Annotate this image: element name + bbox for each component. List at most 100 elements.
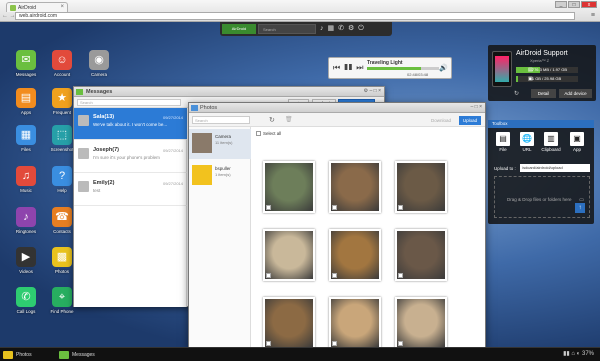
photo-thumbnail[interactable] xyxy=(329,297,381,347)
desktop-icon-label: Account xyxy=(53,72,71,77)
volume-icon[interactable]: 🔊 xyxy=(439,64,448,72)
photo-checkbox[interactable] xyxy=(332,273,337,278)
desktop-icon-account[interactable]: ☺ Account xyxy=(45,50,79,77)
album-thumbnail xyxy=(192,165,212,185)
detail-button[interactable]: Detail xyxy=(531,89,556,98)
photo-thumbnail[interactable] xyxy=(263,297,315,347)
photo-thumbnail[interactable] xyxy=(395,229,447,281)
photo-checkbox[interactable] xyxy=(398,205,403,210)
photo-checkbox[interactable] xyxy=(266,273,271,278)
photo-thumbnail[interactable] xyxy=(329,229,381,281)
messages-icon xyxy=(76,89,83,95)
conversation-item[interactable]: Sala(13) 09/27/2014 We've talk about it. I… xyxy=(74,108,187,140)
topbar-search-input[interactable]: Search xyxy=(258,24,316,34)
upload-path-field[interactable]: /sdcard/airdroid/upload xyxy=(520,164,590,172)
bell-icon[interactable]: ♪ xyxy=(320,24,324,34)
photo-thumbnail[interactable] xyxy=(263,161,315,213)
frequent-icon: ★ xyxy=(52,88,72,108)
photo-checkbox[interactable] xyxy=(398,341,403,346)
browser-menu-icon[interactable]: ≡ xyxy=(591,12,595,19)
add-device-button[interactable]: Add device xyxy=(559,89,592,98)
refresh-icon[interactable]: ↻ xyxy=(269,116,275,124)
apps-icon[interactable]: ▦ xyxy=(328,24,335,34)
airdroid-desktop: AirDroid Search ♪ ▦ ✆ ⚙ ⏻ ✉ Messages ☺ Acco… xyxy=(0,22,600,347)
photo-checkbox[interactable] xyxy=(398,273,403,278)
app-icon: ▣ xyxy=(570,132,584,146)
taskbar-messages[interactable]: Messages xyxy=(58,350,95,360)
power-icon[interactable]: ⏻ xyxy=(358,24,364,34)
file-drop-zone[interactable]: Drag & Drop files or folders here ▭ ↑ xyxy=(494,176,590,218)
desktop-icon-label: Contacts xyxy=(53,229,71,234)
photo-checkbox[interactable] xyxy=(266,341,271,346)
desktop-icon-videos[interactable]: ▶ Videos xyxy=(9,247,43,274)
desktop-icon-label: Messages xyxy=(15,72,37,77)
airdroid-favicon-icon xyxy=(10,5,16,11)
player-controls[interactable]: ⏮ ❚❚ ⏭ xyxy=(333,63,365,73)
phone-icon[interactable]: ✆ xyxy=(338,24,344,34)
photo-thumbnail[interactable] xyxy=(263,229,315,281)
sd-storage-bar: ▣ 1 GB / 25.98 GB xyxy=(516,76,578,82)
avatar xyxy=(78,148,89,159)
messages-titlebar[interactable]: Messages ⚙ – □ × xyxy=(74,87,384,97)
photos-search-input[interactable]: Search xyxy=(192,116,250,124)
taskbar-photos[interactable]: Photos xyxy=(2,350,32,360)
tool-url[interactable]: 🌐 URL xyxy=(516,132,538,152)
refresh-icon[interactable]: ↻ xyxy=(514,90,519,97)
videos-icon: ▶ xyxy=(16,247,36,267)
album-thumbnail xyxy=(192,133,212,153)
ringtones-icon: ♪ xyxy=(16,207,36,227)
messages-search-input[interactable]: Search xyxy=(77,99,181,106)
upload-icon[interactable]: ↑ xyxy=(575,203,585,213)
photos-window-controls[interactable]: – □ × xyxy=(471,104,483,110)
camera-icon: ◉ xyxy=(89,50,109,70)
track-progress-bar[interactable] xyxy=(367,67,439,70)
tab-close-icon[interactable]: × xyxy=(60,4,64,10)
desktop-icon-ringtones[interactable]: ♪ Ringtones xyxy=(9,207,43,234)
select-all-checkbox[interactable]: Select all xyxy=(256,131,281,137)
minimize-button[interactable]: _ xyxy=(555,1,567,8)
download-button[interactable]: Download xyxy=(431,118,451,123)
photo-thumbnail[interactable] xyxy=(395,297,447,347)
photos-icon: ▩ xyxy=(52,247,72,267)
address-bar[interactable]: web.airdroid.com xyxy=(15,12,575,20)
desktop-icon-music[interactable]: ♫ Music xyxy=(9,166,43,193)
desktop-icon-messages[interactable]: ✉ Messages xyxy=(9,50,43,77)
taskbar-label: Photos xyxy=(16,352,32,358)
messages-title: Messages xyxy=(86,89,113,95)
conversation-item[interactable]: Emily(2) 09/27/2014 test xyxy=(74,174,187,206)
desktop-icon-camera[interactable]: ◉ Camera xyxy=(82,50,116,77)
close-window-button[interactable]: x xyxy=(581,1,597,8)
taskbar: Photos Messages ▮▮ ⌂ ◐ 37% xyxy=(0,347,600,361)
device-panel: AirDroid Support Xperia™ Z ▤ 776.3 MB / … xyxy=(488,45,596,101)
messages-window-controls[interactable]: ⚙ – □ × xyxy=(364,88,381,94)
tool-app[interactable]: ▣ App xyxy=(566,132,588,152)
photos-titlebar[interactable]: Photos – □ × xyxy=(189,103,485,113)
track-progress-fill xyxy=(367,67,421,70)
tool-label: File xyxy=(499,147,507,152)
desktop-icon-apps[interactable]: ▤ Apps xyxy=(9,88,43,115)
tool-clipboard[interactable]: ▥ Clipboard xyxy=(540,132,562,152)
conversation-item[interactable]: Joseph(7) 09/27/2014 I'm sure it's your ph… xyxy=(74,141,187,173)
photo-checkbox[interactable] xyxy=(332,341,337,346)
maximize-button[interactable]: □ xyxy=(568,1,580,8)
photo-checkbox[interactable] xyxy=(332,205,337,210)
tool-file[interactable]: ▤ File xyxy=(492,132,514,152)
contact-name: Sala(13) xyxy=(93,114,115,120)
gear-icon[interactable]: ⚙ xyxy=(348,24,354,34)
files-icon: ▦ xyxy=(16,125,36,145)
photo-thumbnail[interactable] xyxy=(329,161,381,213)
album-item[interactable]: Camera 11 item(s) xyxy=(189,129,251,159)
device-name: AirDroid Support xyxy=(516,50,568,57)
album-item[interactable]: bspuller 1 item(s) xyxy=(189,161,251,191)
desktop-icon-label: Screenshot xyxy=(50,147,74,152)
photo-thumbnail[interactable] xyxy=(395,161,447,213)
trash-icon[interactable]: 🗑 xyxy=(285,116,293,123)
screenshot-icon: ⬚ xyxy=(52,125,72,145)
desktop-icon-call-logs[interactable]: ✆ Call Logs xyxy=(9,287,43,314)
upload-button[interactable]: Upload xyxy=(459,116,481,125)
photo-checkbox[interactable] xyxy=(266,205,271,210)
message-preview: We've talk about it. I won't come be... xyxy=(93,122,168,127)
photos-icon xyxy=(3,351,13,359)
desktop-icon-files[interactable]: ▦ Files xyxy=(9,125,43,152)
browser-tab[interactable]: AirDroid × xyxy=(6,2,68,12)
